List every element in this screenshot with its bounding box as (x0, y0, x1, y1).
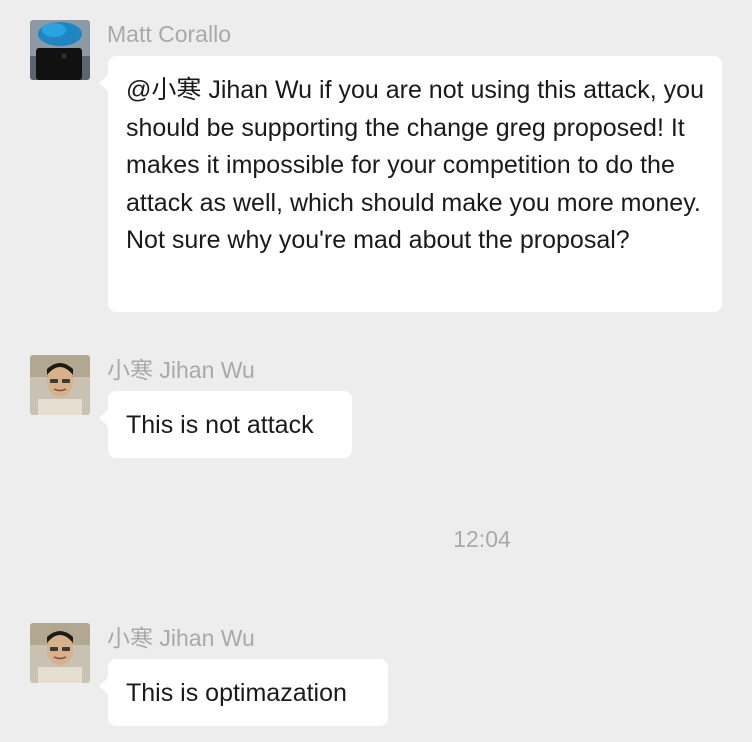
message-bubble[interactable]: @小寒 Jihan Wu if you are not using this a… (99, 56, 722, 312)
avatar-photo (30, 355, 90, 415)
avatar-matt-corallo[interactable] (30, 20, 90, 80)
avatar-jihan-wu[interactable] (30, 355, 90, 415)
sender-name: 小寒 Jihan Wu (107, 625, 255, 651)
sender-name: Matt Corallo (107, 21, 231, 47)
message-bubble[interactable]: This is optimazation (99, 659, 388, 726)
avatar-jihan-wu[interactable] (30, 623, 90, 683)
sender-name: 小寒 Jihan Wu (107, 357, 255, 383)
avatar-photo (30, 20, 90, 80)
message-bubble[interactable]: This is not attack (99, 391, 352, 458)
avatar-photo (30, 623, 90, 683)
message-timestamp: 12:04 (453, 526, 511, 552)
